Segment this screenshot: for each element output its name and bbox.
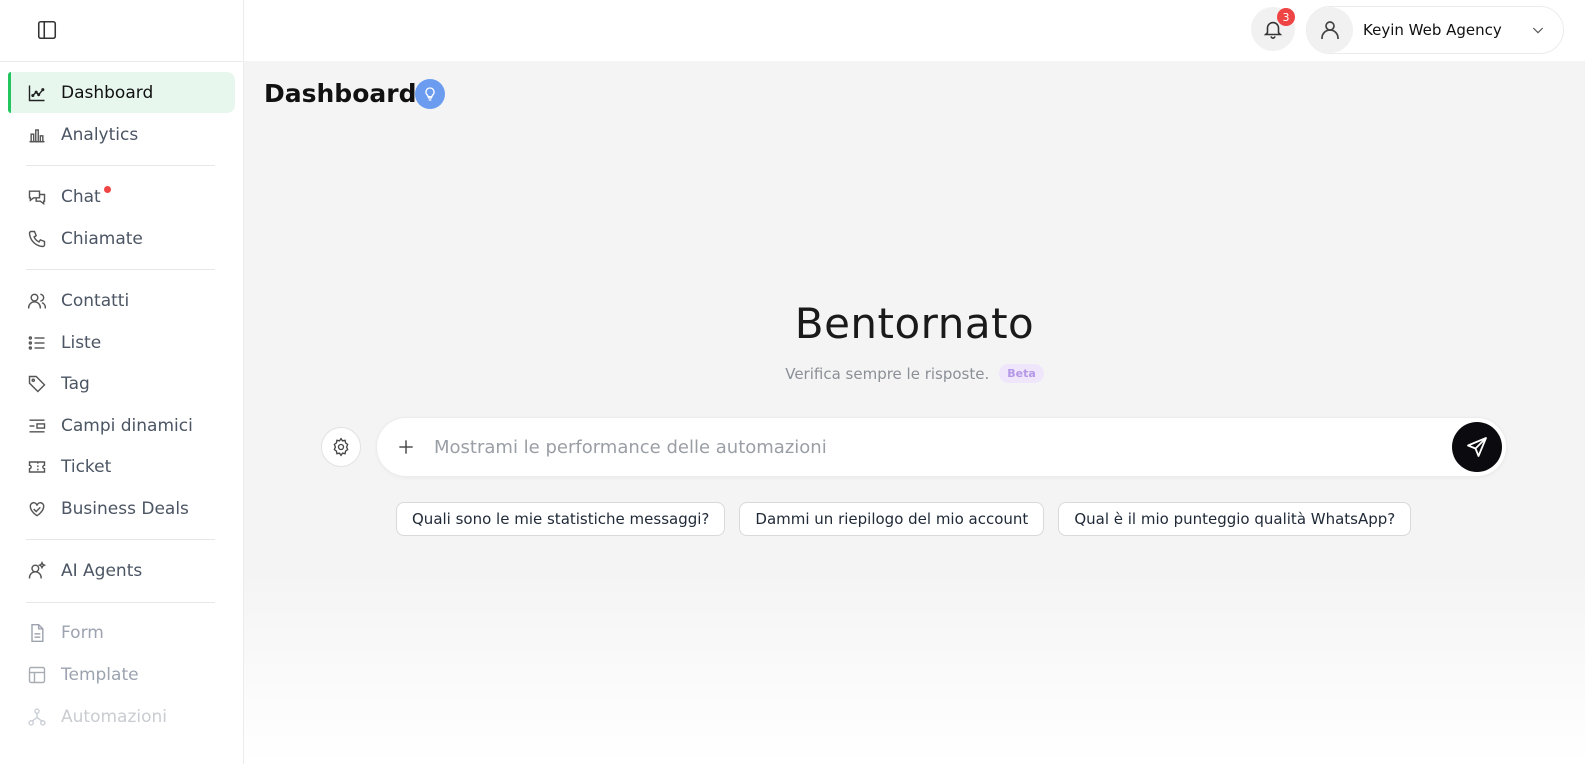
gear-icon <box>333 437 349 457</box>
line-chart-icon <box>26 82 48 104</box>
sidebar-item-label: Liste <box>61 332 102 353</box>
ticket-icon <box>26 456 48 478</box>
chat-bubbles-icon <box>26 186 48 208</box>
page-title: Dashboard <box>264 79 417 108</box>
top-header: 3 Keyin Web Agency <box>244 0 1585 61</box>
notifications-badge: 3 <box>1277 8 1295 26</box>
suggestion-chip[interactable]: Quali sono le mie statistiche messaggi? <box>396 502 726 536</box>
sidebar-item-label: Contatti <box>61 290 130 311</box>
send-button[interactable] <box>1452 422 1502 472</box>
welcome-heading: Bentornato <box>794 299 1035 348</box>
sidebar-divider <box>0 61 243 62</box>
sidebar-item-business-deals[interactable]: Business Deals <box>8 488 235 529</box>
beta-badge: Beta <box>999 364 1044 383</box>
ai-agent-icon <box>26 560 48 582</box>
lightbulb-icon <box>425 87 435 101</box>
sidebar-divider <box>26 602 215 603</box>
disclaimer-row: Verifica sempre le risposte. Beta <box>244 364 1585 383</box>
suggestion-chips: Quali sono le mie statistiche messaggi? … <box>396 502 1412 536</box>
prompt-bar <box>376 417 1507 477</box>
sidebar-toggle-button[interactable] <box>34 17 60 43</box>
sidebar-item-ticket[interactable]: Ticket <box>8 446 235 487</box>
sidebar-item-label: Chiamate <box>61 228 143 249</box>
account-name: Keyin Web Agency <box>1363 21 1502 39</box>
suggestion-chip[interactable]: Dammi un riepilogo del mio account <box>739 502 1045 536</box>
send-icon <box>1467 437 1487 457</box>
sidebar-item-label: Business Deals <box>61 498 189 519</box>
sidebar-divider <box>26 165 215 166</box>
layout-icon <box>26 664 48 686</box>
account-menu-button[interactable]: Keyin Web Agency <box>1306 6 1564 54</box>
users-icon <box>26 290 48 312</box>
sidebar: Dashboard Analytics Chat Chiamate Contat… <box>0 0 244 764</box>
prompt-input[interactable] <box>434 436 1452 458</box>
sidebar-item-automazioni[interactable]: Automazioni <box>8 696 235 737</box>
dynamic-fields-icon <box>26 415 48 437</box>
sidebar-item-label: Analytics <box>61 124 139 145</box>
avatar <box>1307 7 1353 53</box>
sidebar-item-label: Dashboard <box>61 82 154 103</box>
sidebar-item-template[interactable]: Template <box>8 654 235 695</box>
sidebar-item-label: Template <box>61 664 139 685</box>
add-attachment-button[interactable] <box>391 432 421 462</box>
suggestion-chip[interactable]: Qual è il mio punteggio qualità WhatsApp… <box>1058 502 1412 536</box>
sidebar-item-label: Ticket <box>61 456 112 477</box>
chevron-down-icon <box>1527 19 1549 41</box>
disclaimer-text: Verifica sempre le risposte. <box>785 364 990 383</box>
assistant-settings-button[interactable] <box>321 427 361 467</box>
sidebar-item-analytics[interactable]: Analytics <box>8 114 235 155</box>
sidebar-item-chiamate[interactable]: Chiamate <box>8 218 235 259</box>
sidebar-item-form[interactable]: Form <box>8 612 235 653</box>
sidebar-item-dashboard[interactable]: Dashboard <box>8 72 235 113</box>
sidebar-panel-icon <box>37 20 57 40</box>
sidebar-divider <box>26 539 215 540</box>
sidebar-item-label: Form <box>61 622 104 643</box>
sidebar-item-label: AI Agents <box>61 560 143 581</box>
user-icon <box>1321 21 1339 39</box>
sidebar-item-label: Campi dinamici <box>61 415 193 436</box>
list-icon <box>26 332 48 354</box>
sidebar-item-label: Chat <box>61 186 101 207</box>
tips-button[interactable] <box>415 79 445 109</box>
sidebar-divider <box>26 269 215 270</box>
sidebar-item-label: Tag <box>61 373 90 394</box>
sidebar-item-ai-agents[interactable]: AI Agents <box>8 550 235 591</box>
sidebar-item-tag[interactable]: Tag <box>8 363 235 404</box>
tag-icon <box>26 373 48 395</box>
unread-dot <box>104 186 111 193</box>
sidebar-item-contatti[interactable]: Contatti <box>8 280 235 321</box>
plus-icon <box>399 440 413 454</box>
automation-icon <box>26 706 48 728</box>
document-icon <box>26 622 48 644</box>
app: Dashboard Analytics Chat Chiamate Contat… <box>0 0 1585 764</box>
sidebar-item-label: Automazioni <box>61 706 167 727</box>
bar-chart-icon <box>26 124 48 146</box>
main-content: Dashboard Bentornato Verifica sempre le … <box>244 61 1585 764</box>
sidebar-item-liste[interactable]: Liste <box>8 322 235 363</box>
phone-icon <box>26 228 48 250</box>
handshake-icon <box>26 498 48 520</box>
sidebar-item-campi-dinamici[interactable]: Campi dinamici <box>8 405 235 446</box>
sidebar-item-chat[interactable]: Chat <box>8 176 235 217</box>
